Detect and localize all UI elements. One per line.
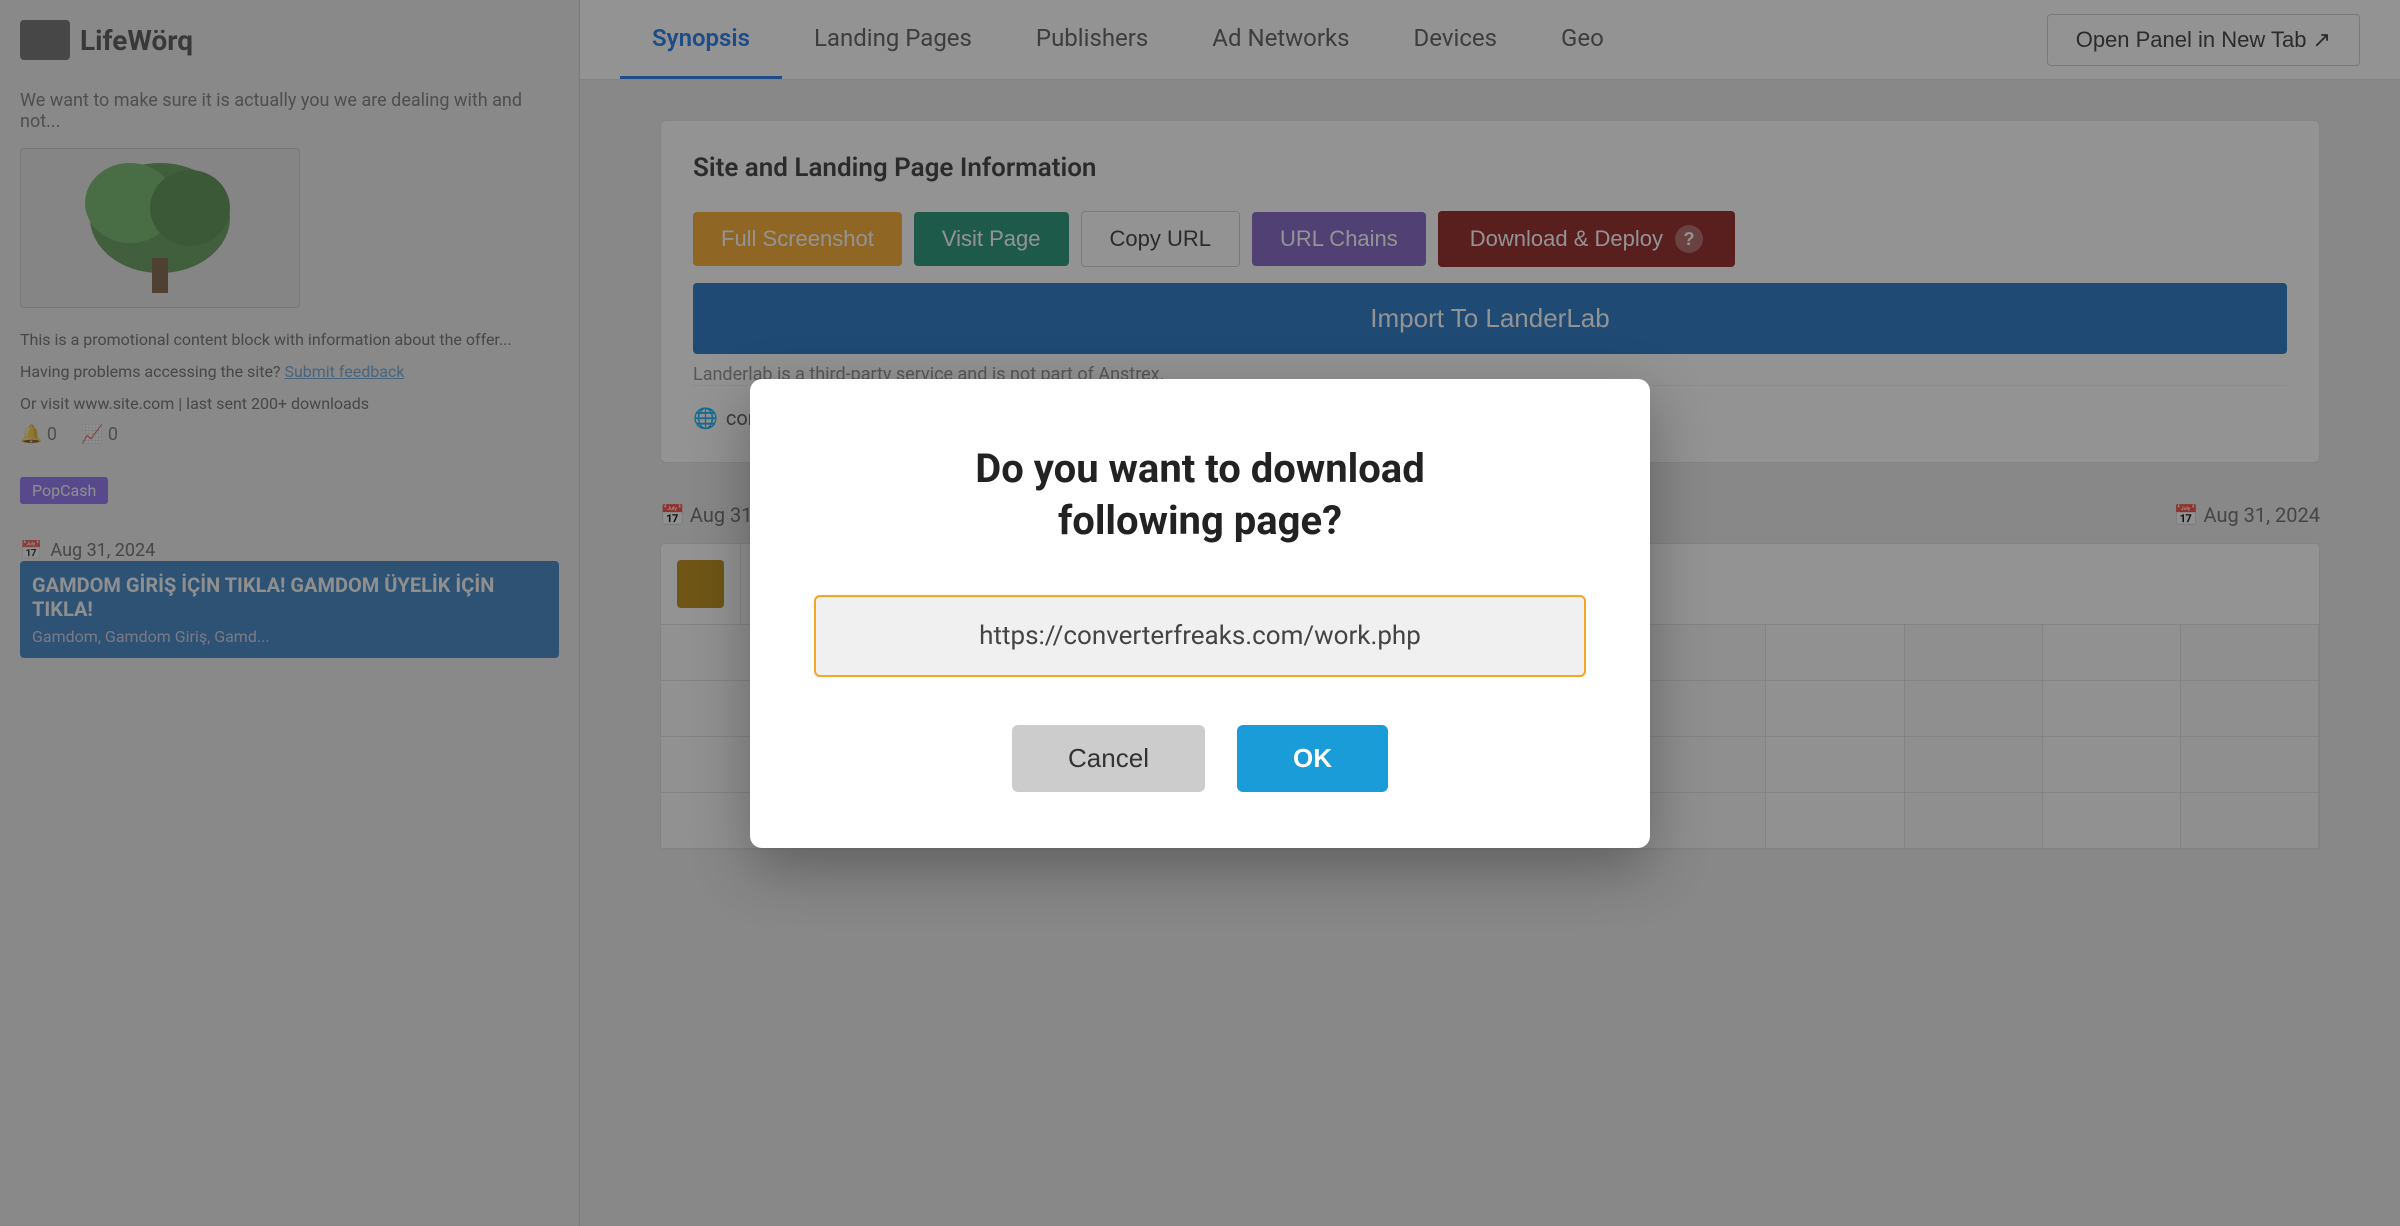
modal-buttons: Cancel OK: [814, 725, 1586, 792]
modal-overlay[interactable]: Do you want to downloadfollowing page? h…: [0, 0, 2400, 1226]
modal-ok-button[interactable]: OK: [1237, 725, 1388, 792]
modal-cancel-button[interactable]: Cancel: [1012, 725, 1205, 792]
modal-title: Do you want to downloadfollowing page?: [814, 443, 1586, 547]
modal-url-box: https://converterfreaks.com/work.php: [814, 595, 1586, 677]
modal-dialog: Do you want to downloadfollowing page? h…: [750, 379, 1650, 848]
